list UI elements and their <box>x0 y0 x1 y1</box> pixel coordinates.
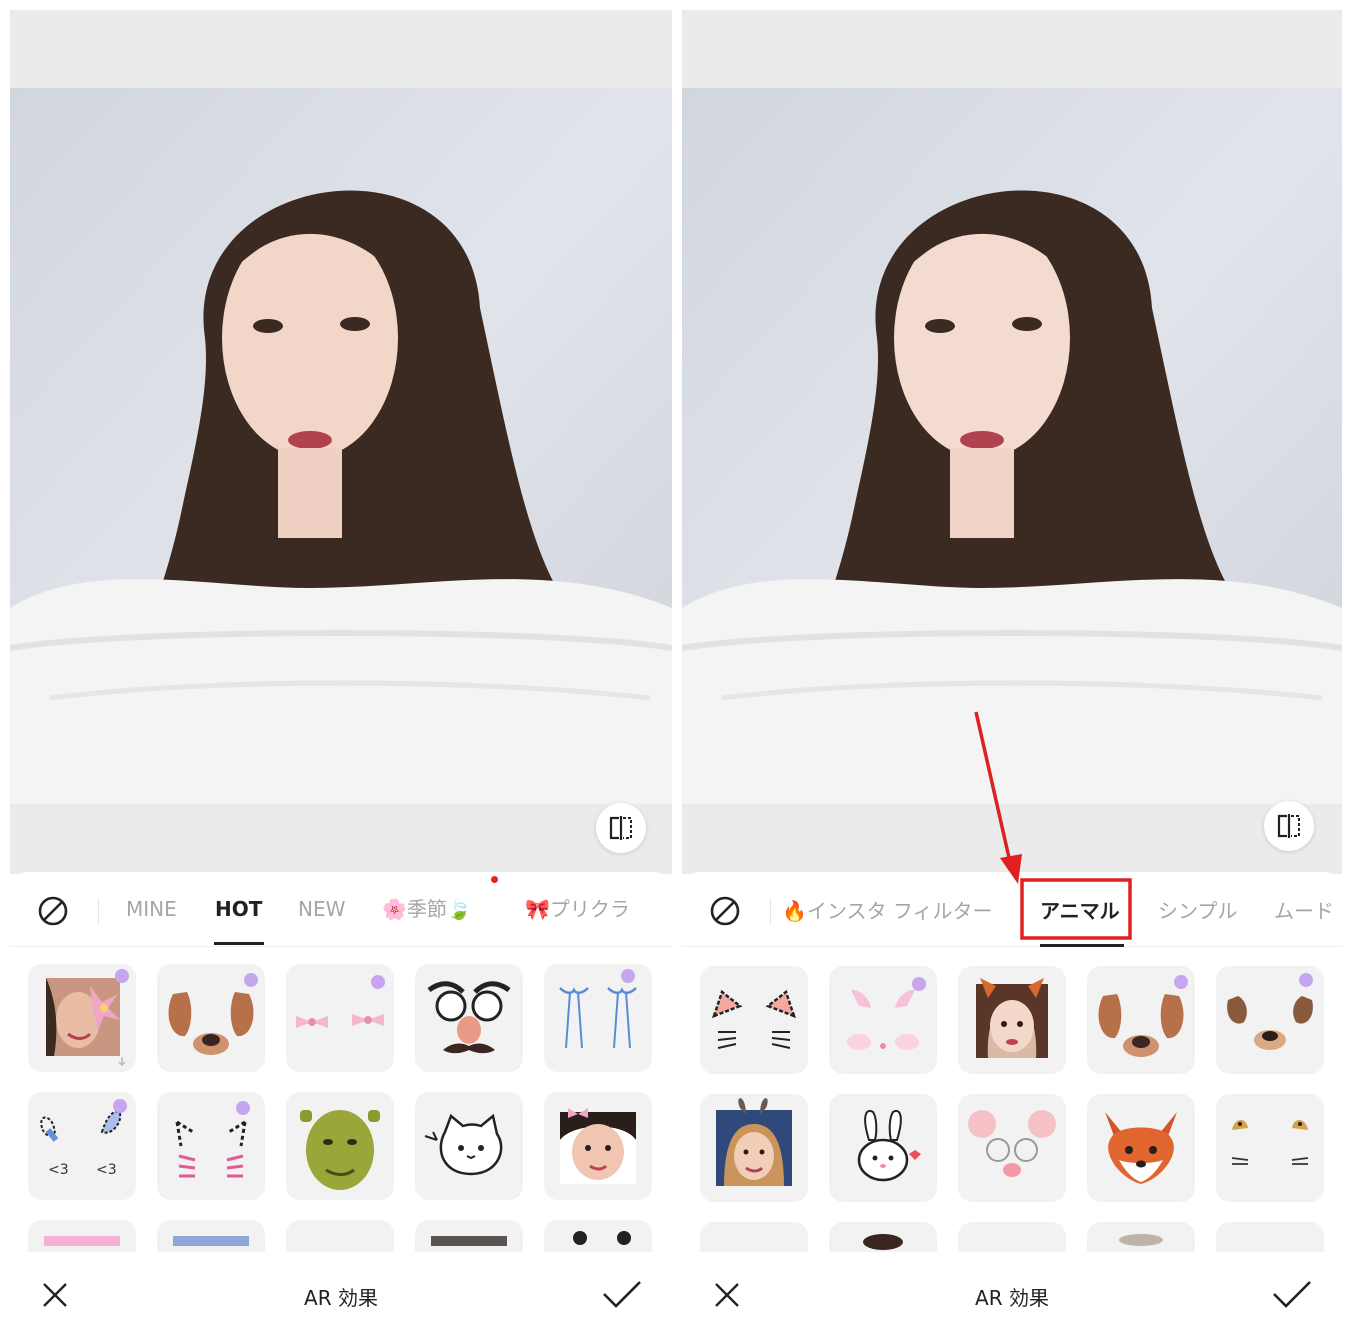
annotation-highlight-box <box>1020 878 1132 940</box>
annotation-overlay <box>974 711 1132 940</box>
annotation-arrow <box>974 711 1012 863</box>
annotation-arrowhead <box>1000 854 1022 884</box>
